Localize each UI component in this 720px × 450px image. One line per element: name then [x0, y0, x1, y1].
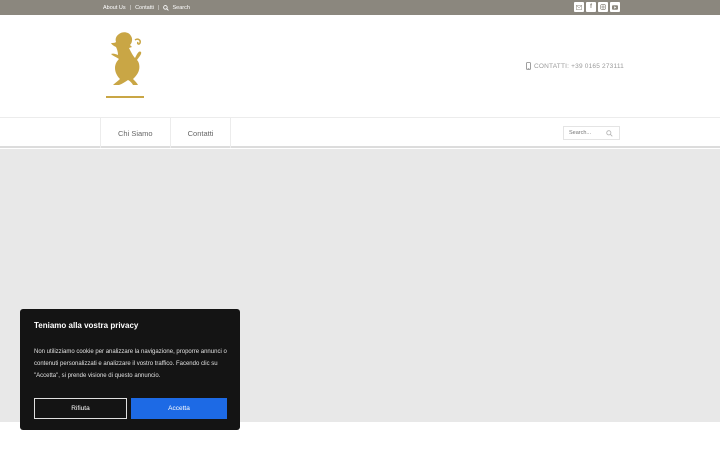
accept-button[interactable]: Accetta [131, 398, 227, 419]
nav-search [563, 126, 620, 140]
separator: | [158, 4, 160, 11]
cookie-text: Non utilizziamo cookie per analizzare la… [34, 349, 227, 379]
facebook-icon[interactable]: f [586, 2, 596, 12]
instagram-icon[interactable] [598, 2, 608, 12]
mail-icon[interactable] [574, 2, 584, 12]
nav-item-contatti[interactable]: Contatti [171, 118, 232, 148]
lion-logo[interactable] [105, 30, 145, 100]
phone-text: CONTATTI: +39 0165 273111 [534, 62, 624, 70]
top-link-about-us[interactable]: About Us [103, 5, 126, 11]
cookie-title: Teniamo alla vostra privacy [34, 321, 139, 330]
phone-icon [526, 62, 531, 70]
top-search-link[interactable]: Search [163, 4, 190, 11]
separator: | [129, 4, 132, 11]
top-search-label: Search [172, 4, 190, 11]
nav-item-chi-siamo[interactable]: Chi Siamo [101, 118, 171, 148]
youtube-icon[interactable] [610, 2, 620, 12]
search-icon[interactable] [606, 129, 613, 137]
phone-contact[interactable]: CONTATTI: +39 0165 273111 [526, 62, 624, 70]
nav-items: Chi Siamo Contatti [100, 118, 232, 148]
top-links: About Us | Contatti | Search [103, 0, 190, 15]
top-link-contatti[interactable]: Contatti [135, 5, 154, 11]
search-input[interactable] [564, 127, 604, 139]
top-bar: About Us | Contatti | Search f [0, 0, 720, 15]
cookie-banner: Teniamo alla vostra privacy Non utilizzi… [20, 309, 240, 430]
search-icon [163, 4, 170, 11]
reject-button[interactable]: Rifiuta [34, 398, 127, 419]
social-icons: f [574, 2, 622, 12]
